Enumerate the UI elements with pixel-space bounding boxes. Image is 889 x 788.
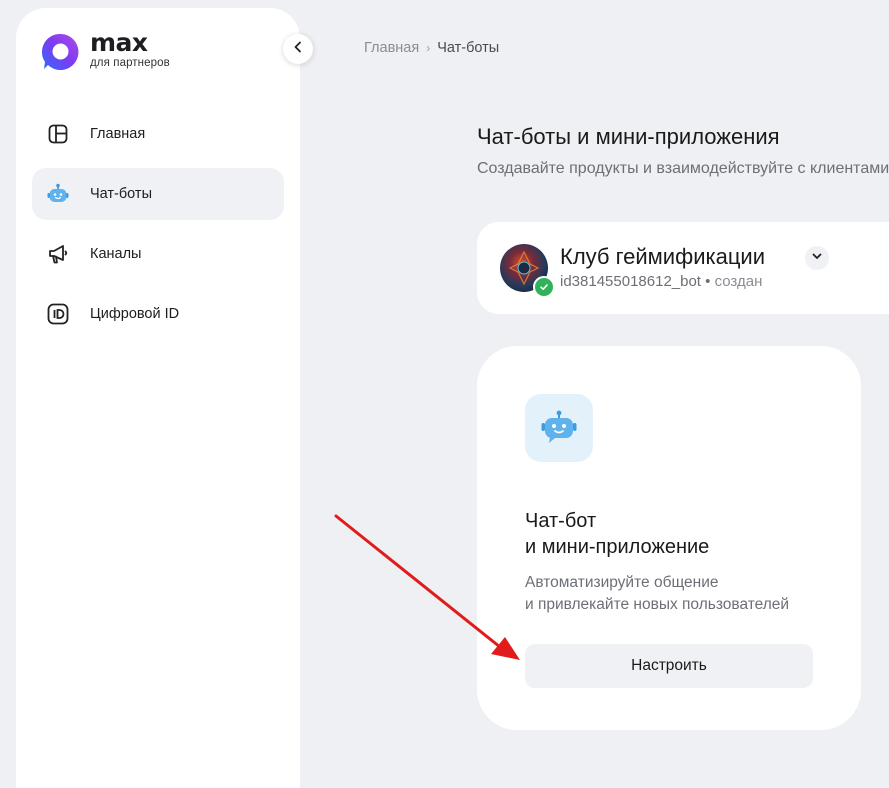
- sidebar-item-channels[interactable]: Каналы: [32, 228, 284, 280]
- configure-button[interactable]: Настроить: [525, 644, 813, 688]
- feature-title: Чат-бот и мини-приложение: [525, 508, 709, 560]
- page-title: Чат-боты и мини-приложения: [477, 124, 780, 149]
- feature-description-line: и привлекайте новых пользователей: [525, 596, 790, 613]
- bot-icon: [46, 182, 70, 206]
- chevron-left-icon: [292, 40, 304, 58]
- bot-id: id381455018612_bot: [560, 273, 701, 290]
- collapse-sidebar-button[interactable]: [283, 34, 313, 64]
- feature-description-line: Автоматизируйте общение: [525, 574, 719, 591]
- logo-subtitle: для партнеров: [90, 57, 170, 69]
- page-subtitle: Создавайте продукты и взаимодействуйте с…: [477, 160, 889, 177]
- feature-title-line: и мини-приложение: [525, 536, 710, 558]
- bot-meta-separator: •: [705, 273, 711, 290]
- logo-name: max: [90, 28, 148, 57]
- feature-title-line: Чат-бот: [525, 510, 597, 532]
- bot-switch-dropdown-button[interactable]: [805, 246, 829, 270]
- breadcrumb-current: Чат-боты: [437, 40, 500, 56]
- dashboard-icon: [46, 122, 70, 146]
- sidebar-item-label: Главная: [90, 126, 146, 142]
- sidebar-item-chatbots[interactable]: Чат-боты: [32, 168, 284, 220]
- sidebar-item-label: Чат-боты: [90, 186, 152, 202]
- chevron-right-icon: ›: [426, 41, 431, 55]
- megaphone-icon: [46, 242, 70, 266]
- sidebar-item-digital-id[interactable]: Цифровой ID: [32, 288, 284, 340]
- breadcrumb: Главная › Чат-боты: [364, 40, 499, 56]
- chevron-down-icon: [811, 249, 823, 267]
- sidebar-item-label: Каналы: [90, 246, 142, 262]
- breadcrumb-home-link[interactable]: Главная: [364, 40, 419, 56]
- feature-description: Автоматизируйте общение и привлекайте но…: [525, 572, 789, 616]
- max-logo-icon[interactable]: [40, 32, 80, 72]
- id-icon: [46, 302, 70, 326]
- bot-status: создан: [714, 273, 763, 290]
- logo-text[interactable]: max для партнеров: [90, 28, 170, 70]
- sidebar-item-label: Цифровой ID: [90, 306, 180, 322]
- bot-meta: id381455018612_bot • создан: [560, 273, 762, 290]
- sidebar-nav: Главная Чат-боты Каналы Цифровой ID: [32, 108, 284, 348]
- bot-name: Клуб геймификации: [560, 244, 766, 269]
- sidebar-item-home[interactable]: Главная: [32, 108, 284, 160]
- sidebar: max для партнеров Главная Чат-боты Канал…: [16, 8, 300, 788]
- bot-selector-card[interactable]: Клуб геймификации id381455018612_bot • с…: [477, 222, 889, 314]
- verified-check-icon: [533, 276, 555, 298]
- bot-chat-icon: [525, 394, 593, 462]
- chatbot-feature-card: Чат-бот и мини-приложение Автоматизируйт…: [477, 346, 861, 730]
